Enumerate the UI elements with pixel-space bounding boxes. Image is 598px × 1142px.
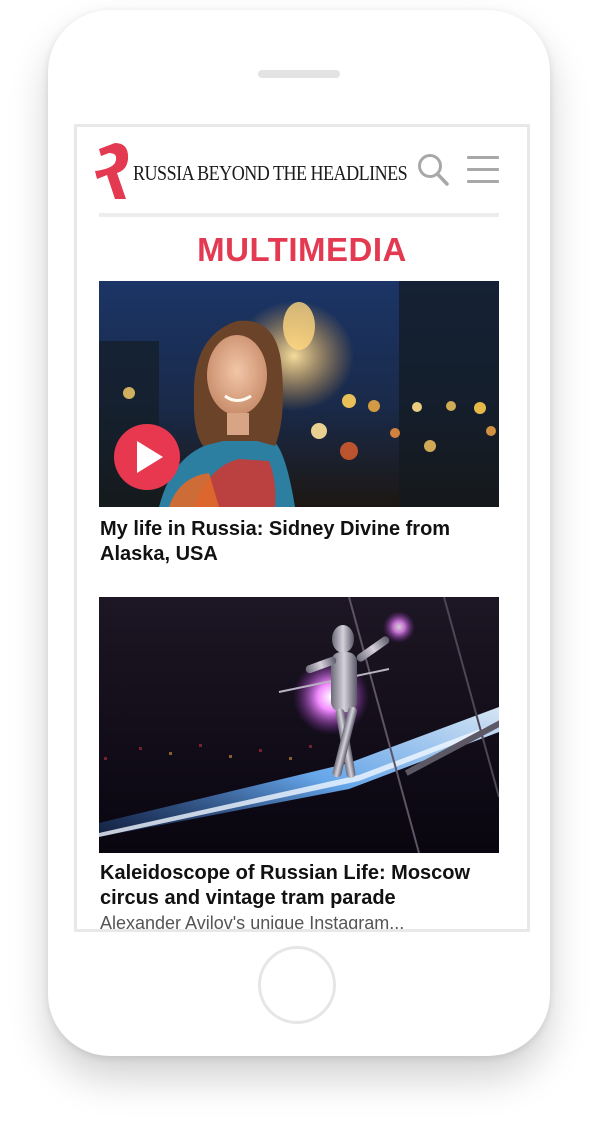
logo-text[interactable]: RUSSIA BEYOND THE HEADLINES [133, 161, 408, 186]
menu-bar [467, 168, 499, 171]
phone-frame: RUSSIA BEYOND THE HEADLINES MULTIMEDIA M… [48, 10, 550, 1056]
article-photo [99, 597, 499, 853]
menu-bar [467, 180, 499, 183]
phone-screen: RUSSIA BEYOND THE HEADLINES MULTIMEDIA M… [74, 124, 530, 932]
section-title: MULTIMEDIA [197, 231, 407, 268]
header-divider [99, 213, 499, 217]
play-icon[interactable] [113, 423, 181, 491]
article-title[interactable]: Kaleidoscope of Russian Life: Moscow cir… [100, 861, 496, 911]
article-image[interactable] [99, 281, 499, 507]
home-button[interactable] [258, 946, 336, 1024]
search-icon[interactable] [417, 153, 449, 187]
menu-bar [467, 156, 499, 159]
site-header: RUSSIA BEYOND THE HEADLINES [93, 139, 501, 201]
menu-icon[interactable] [467, 156, 499, 184]
article-title[interactable]: My life in Russia: Sidney Divine from Al… [100, 517, 496, 567]
phone-speaker [258, 70, 340, 78]
logo-icon[interactable] [93, 139, 133, 201]
article-image[interactable] [99, 597, 499, 853]
article-excerpt: Alexander Avilov's unique Instagram... [100, 913, 405, 932]
